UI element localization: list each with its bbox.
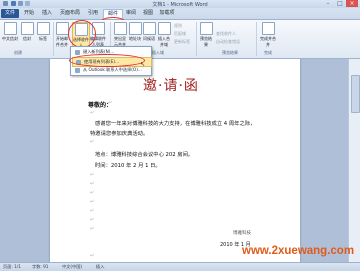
tab-addins[interactable]: 加载项 bbox=[158, 9, 176, 18]
greeting-icon bbox=[143, 22, 156, 35]
paragraph-mark: ↵ bbox=[90, 172, 95, 178]
body-line-4: 时间：2010 年 2 月 1 日。 bbox=[95, 163, 161, 169]
tab-references[interactable]: 引用 bbox=[86, 9, 100, 18]
group-separator bbox=[53, 22, 54, 56]
paragraph-mark: ↵ bbox=[90, 190, 95, 196]
body-line-3: 地点：博雅科技综合会议中心 202 房间。 bbox=[95, 152, 194, 158]
finish-merge-icon bbox=[261, 22, 275, 35]
minimize-icon[interactable]: – bbox=[322, 0, 334, 7]
group-separator bbox=[196, 22, 197, 56]
auto-check-errors-button[interactable]: 自动检查错误 bbox=[216, 39, 240, 45]
group-preview-results-label: 预览结果 bbox=[222, 50, 238, 55]
body-line-2: 特邀请您参加庆典活动。 bbox=[90, 131, 149, 137]
group-separator bbox=[256, 22, 257, 56]
paragraph-mark: ↵ bbox=[90, 181, 95, 187]
mouse-cursor-icon: ↖ bbox=[140, 61, 146, 68]
chinese-envelope-label: 中文信封 bbox=[2, 36, 18, 41]
label-icon bbox=[36, 22, 50, 35]
tab-review[interactable]: 审阅 bbox=[124, 9, 138, 18]
address-icon bbox=[129, 22, 142, 35]
document-page[interactable]: 邀·请·函 尊敬的： ↵ ↵ 感谢您一年来对博雅科技的大力支持，在博雅科技成立 … bbox=[50, 59, 300, 262]
preview-results-label: 预览结果 bbox=[200, 36, 212, 47]
paragraph-mark: ↵ bbox=[90, 199, 95, 205]
find-recipient-button[interactable]: 查找收件人 bbox=[216, 31, 236, 37]
insert-merge-field-label: 插入合并域 bbox=[158, 36, 170, 47]
window-title: 文档1 - Microsoft Word bbox=[152, 2, 208, 8]
vertical-scrollbar[interactable] bbox=[348, 59, 360, 262]
address-block-button[interactable]: 地址块 bbox=[129, 22, 142, 42]
start-mail-merge-label: 开始邮件合并 bbox=[56, 36, 68, 47]
title-bar: 文档1 - Microsoft Word – □ × bbox=[0, 0, 360, 8]
menu-item-outlook-contacts[interactable]: 从 Outlook 联系人中选择(O)... bbox=[72, 66, 150, 74]
insert-mode[interactable]: 插入 bbox=[96, 264, 104, 270]
labels-label: 标签 bbox=[39, 36, 47, 41]
envelope-icon bbox=[20, 22, 34, 35]
merge-field-icon bbox=[157, 22, 171, 35]
paragraph-mark: ↵ bbox=[90, 253, 95, 259]
maximize-icon[interactable]: □ bbox=[334, 0, 346, 7]
ribbon-tabs: 文件 开始 插入 页面布局 引用 邮件 审阅 视图 加载项 bbox=[0, 8, 360, 28]
update-labels-button[interactable]: 更新标签 bbox=[174, 39, 190, 45]
menu-item-outlook-contacts-label: 从 Outlook 联系人中选择(O)... bbox=[83, 67, 142, 72]
finish-merge-button[interactable]: 完成并合并 bbox=[260, 22, 276, 48]
site-watermark: www.2xuewang.com bbox=[226, 245, 360, 262]
use-existing-list-highlight-ring bbox=[69, 54, 145, 67]
chinese-envelope-button[interactable]: 中文信封 bbox=[2, 22, 18, 42]
rules-button[interactable]: 规则 bbox=[174, 23, 182, 29]
paragraph-mark: ↵ bbox=[90, 110, 95, 116]
word-count[interactable]: 字数: 91 bbox=[32, 264, 48, 270]
page-count[interactable]: 页面: 1/1 bbox=[3, 264, 21, 270]
start-mail-merge-button[interactable]: 开始邮件合并 bbox=[55, 22, 69, 48]
paragraph-mark: ↵ bbox=[90, 226, 95, 232]
address-block-label: 地址块 bbox=[129, 36, 141, 41]
scrollbar-thumb[interactable] bbox=[351, 75, 360, 113]
envelope-icon bbox=[3, 22, 17, 35]
envelopes-button[interactable]: 信封 bbox=[20, 22, 34, 42]
invitation-title: 邀·请·函 bbox=[143, 78, 199, 94]
highlight-icon bbox=[113, 22, 127, 35]
group-create-label: 创建 bbox=[14, 50, 22, 55]
greeting-line-label: 问候语 bbox=[143, 36, 155, 41]
watermark-url: www.2xuewang.com bbox=[242, 245, 355, 257]
group-finish-label: 完成 bbox=[264, 50, 272, 55]
envelopes-label: 信封 bbox=[23, 36, 31, 41]
greeting-line-button[interactable]: 问候语 bbox=[143, 22, 156, 42]
language-indicator[interactable]: 中文(中国) bbox=[62, 264, 82, 270]
paragraph-mark: ↵ bbox=[90, 217, 95, 223]
mail-merge-icon bbox=[55, 22, 69, 35]
labels-button[interactable]: 标签 bbox=[36, 22, 50, 42]
finish-merge-label: 完成并合并 bbox=[260, 36, 276, 47]
tab-view[interactable]: 视图 bbox=[141, 9, 155, 18]
preview-results-button[interactable]: 预览结果 bbox=[199, 22, 213, 48]
preview-icon bbox=[199, 22, 213, 35]
outlook-icon bbox=[75, 67, 80, 73]
signature: 博雅科技 bbox=[233, 231, 251, 236]
insert-merge-field-button[interactable]: 插入合并域 bbox=[157, 22, 171, 48]
tab-insert[interactable]: 插入 bbox=[40, 9, 54, 18]
select-recipients-highlight-ring bbox=[68, 20, 96, 48]
match-fields-button[interactable]: 匹配域 bbox=[174, 31, 186, 37]
paragraph-mark: ↵ bbox=[90, 208, 95, 214]
tab-home[interactable]: 开始 bbox=[22, 9, 36, 18]
tab-page-layout[interactable]: 页面布局 bbox=[58, 9, 82, 18]
ribbon: 中文信封 信封 标签 创建 开始邮件合并 选择收件人 编辑收件人列表 开始邮件合… bbox=[0, 20, 360, 59]
tab-file[interactable]: 文件 bbox=[1, 9, 19, 18]
paragraph-mark: ↵ bbox=[108, 100, 113, 106]
paragraph-mark: ↵ bbox=[90, 139, 95, 145]
body-line-1: 感谢您一年来对博雅科技的大力支持，在博雅科技成立 4 周年之际， bbox=[95, 121, 256, 127]
close-icon[interactable]: × bbox=[346, 0, 358, 7]
document-area: 邀·请·函 尊敬的： ↵ ↵ 感谢您一年来对博雅科技的大力支持，在博雅科技成立 … bbox=[0, 59, 348, 262]
new-list-icon bbox=[75, 49, 80, 55]
